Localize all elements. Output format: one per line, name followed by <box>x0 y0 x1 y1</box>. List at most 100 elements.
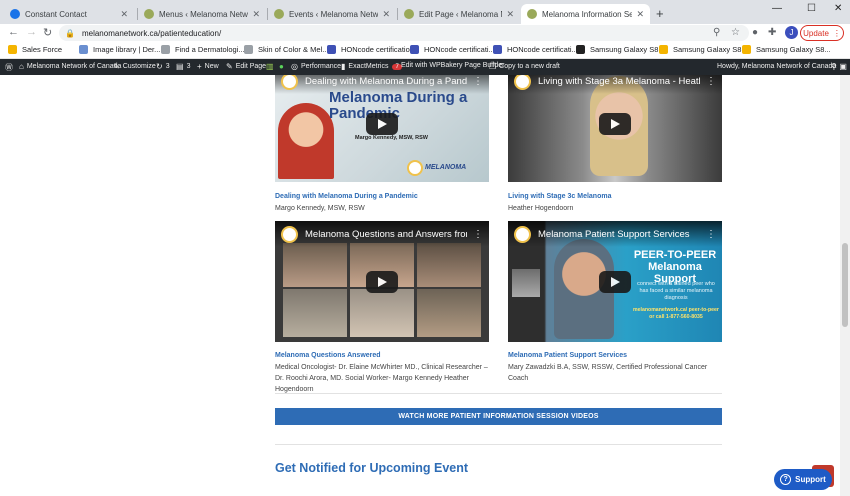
yoast-icon[interactable]: ▥ <box>266 62 277 71</box>
status-dot-icon: ● <box>279 62 284 71</box>
back-arrow-icon[interactable]: ← <box>8 26 19 38</box>
support-button[interactable]: ? Support <box>774 469 832 490</box>
wp-performance-link[interactable]: ◎ Performance <box>291 62 341 71</box>
tab-edit-page[interactable]: Edit Page ‹ Melanoma Network o ✕ <box>398 4 520 24</box>
participant-tile <box>512 269 540 297</box>
play-button[interactable] <box>366 113 398 135</box>
bookmark-item[interactable]: Samsung Galaxy S8... <box>742 45 831 54</box>
bookmark-star-icon[interactable]: ☆ <box>731 27 740 38</box>
bookmark-item[interactable]: HONcode certificati... <box>493 45 578 54</box>
more-vertical-icon[interactable]: ⋮ <box>467 229 489 240</box>
wp-exactmetrics-link[interactable]: ▮ ExactMetrics 7 <box>341 62 402 71</box>
bookmark-item[interactable]: Samsung Galaxy S8... <box>576 45 665 54</box>
browser-tab-bar: Constant Contact ✕ Menus ‹ Melanoma Netw… <box>0 0 850 24</box>
divider <box>275 444 722 445</box>
play-button[interactable] <box>599 113 631 135</box>
video-player[interactable]: Living with Stage 3a Melanoma - Heather … <box>508 75 722 182</box>
video-link[interactable]: Dealing with Melanoma During a Pandemic <box>275 193 418 200</box>
video-title-bar: Melanoma Patient Support Services ⋮ <box>508 221 722 247</box>
bookmark-item[interactable]: Sales Force <box>8 45 62 54</box>
tab-menus[interactable]: Menus ‹ Melanoma Network of C ✕ <box>138 4 266 24</box>
bar-chart-icon: ▮ <box>341 62 346 71</box>
bookmark-item[interactable]: Samsung Galaxy S8... <box>659 45 748 54</box>
wp-site-link[interactable]: ⌂ Melanoma Network of Canada <box>19 62 121 71</box>
more-vertical-icon[interactable]: ⋮ <box>467 76 489 87</box>
melanoma-wordmark: MELANOMA <box>425 164 467 171</box>
bookmark-item[interactable]: Skin of Color & Mel... <box>244 45 328 54</box>
wp-new-link[interactable]: + New <box>197 62 219 71</box>
watch-more-videos-button[interactable]: WATCH MORE PATIENT INFORMATION SESSION V… <box>275 408 722 425</box>
video-player[interactable]: Melanoma During a Pandemic Margo Kennedy… <box>275 75 489 182</box>
wp-search-icon[interactable]: ⚲ <box>831 62 840 71</box>
participant-tile <box>283 289 347 337</box>
brush-icon: ✎ <box>113 62 120 71</box>
video-title[interactable]: Dealing with Melanoma During a Pandemic <box>305 76 467 87</box>
close-icon[interactable]: ✕ <box>382 9 390 20</box>
close-icon[interactable]: ✕ <box>120 9 128 20</box>
tab-melanoma-information-session[interactable]: Melanoma Information Session ✕ <box>521 4 650 24</box>
address-bar[interactable]: 🔒 melanomanetwork.ca/patienteducation/ <box>59 25 749 41</box>
page-icon <box>161 45 170 54</box>
divider <box>275 393 722 394</box>
close-window-button[interactable]: ✕ <box>834 3 842 14</box>
close-icon[interactable]: ✕ <box>636 9 644 20</box>
page-icon <box>244 45 253 54</box>
channel-logo-icon <box>281 75 298 90</box>
video-link[interactable]: Melanoma Questions Answered <box>275 352 381 359</box>
video-title[interactable]: Melanoma Questions and Answers from Top … <box>305 229 467 240</box>
wp-copy-draft-label: Copy to a new draft <box>499 63 560 70</box>
reload-icon[interactable]: ↻ <box>43 26 52 39</box>
bookmark-label: Samsung Galaxy S8... <box>590 45 665 54</box>
wp-comments-link[interactable]: ▤ 3 <box>176 62 190 71</box>
constant-contact-icon <box>10 9 20 19</box>
wp-copy-draft-link[interactable]: ❐ Copy to a new draft <box>489 62 560 71</box>
forward-arrow-icon[interactable]: → <box>26 26 37 38</box>
minimize-button[interactable]: — <box>772 3 782 14</box>
close-icon[interactable]: ✕ <box>506 9 514 20</box>
update-button[interactable]: Update ⋮ <box>800 25 844 41</box>
wp-customize-link[interactable]: ✎ Customize <box>113 62 156 71</box>
bookmark-item[interactable]: HONcode certificati... <box>410 45 495 54</box>
extensions-puzzle-icon[interactable]: ✚ <box>768 27 776 38</box>
bookmark-item[interactable]: Find a Dermatologi... <box>161 45 245 54</box>
tab-constant-contact[interactable]: Constant Contact ✕ <box>4 4 134 24</box>
melanoma-network-icon <box>404 9 414 19</box>
play-button[interactable] <box>366 271 398 293</box>
pencil-icon: ✎ <box>226 62 233 71</box>
wp-edit-page-link[interactable]: ✎ Edit Page <box>226 62 266 71</box>
video-player[interactable]: PEER-TO-PEER Melanoma Support connect wi… <box>508 221 722 342</box>
page-scrollbar[interactable] <box>840 75 850 496</box>
profile-avatar[interactable]: J <box>785 26 798 39</box>
bookmark-item[interactable]: HONcode certificatio... <box>327 45 416 54</box>
more-vertical-icon[interactable]: ⋮ <box>700 229 722 240</box>
wp-howdy-link[interactable]: Howdy, Melanoma Network of Canada ▣ <box>717 62 850 71</box>
video-player[interactable]: Melanoma Questions and Answers from Top … <box>275 221 489 342</box>
video-link[interactable]: Melanoma Patient Support Services <box>508 352 627 359</box>
bookmark-label: Samsung Galaxy S8... <box>756 45 831 54</box>
wp-updates-link[interactable]: ↻ 3 <box>156 62 170 71</box>
video-subtitle: Heather Hogendoorn <box>508 205 574 212</box>
support-label: Support <box>795 475 826 484</box>
tab-title: Edit Page ‹ Melanoma Network o <box>419 9 502 19</box>
play-button[interactable] <box>599 271 631 293</box>
gauge-icon: ◎ <box>291 62 298 71</box>
location-pin-icon[interactable]: ● <box>752 27 758 38</box>
bookmark-label: Find a Dermatologi... <box>175 45 245 54</box>
wordpress-logo-icon[interactable]: Ⓦ <box>5 62 16 73</box>
video-title[interactable]: Living with Stage 3a Melanoma - Heather … <box>538 76 700 87</box>
video-title-bar: Living with Stage 3a Melanoma - Heather … <box>508 75 722 94</box>
new-tab-button[interactable]: + <box>656 6 664 21</box>
maximize-button[interactable]: ☐ <box>807 3 816 14</box>
video-title[interactable]: Melanoma Patient Support Services <box>538 229 700 240</box>
scrollbar-thumb[interactable] <box>842 243 848 327</box>
wp-site-label: Melanoma Network of Canada <box>26 63 122 70</box>
wp-howdy-label: Howdy, Melanoma Network of Canada <box>717 63 837 70</box>
bookmark-item[interactable]: Image library | Der... <box>79 45 160 54</box>
tab-events[interactable]: Events ‹ Melanoma Network of C ✕ <box>268 4 396 24</box>
close-icon[interactable]: ✕ <box>252 9 260 20</box>
wp-comments-count: 3 <box>186 63 191 70</box>
more-vertical-icon[interactable]: ⋮ <box>700 76 722 87</box>
lock-icon: 🔒 <box>65 28 75 38</box>
video-link[interactable]: Living with Stage 3c Melanoma <box>508 193 611 200</box>
search-icon[interactable]: ⚲ <box>713 27 720 38</box>
